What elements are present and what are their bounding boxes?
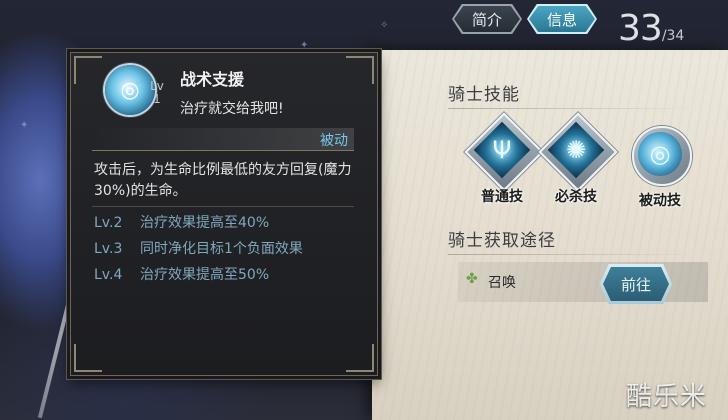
skill-passive[interactable]: ◎ (628, 122, 692, 186)
upgrade-level: Lv.4 (94, 267, 123, 283)
watermark: 酷乐米 (626, 382, 708, 412)
upgrade-effect: 治疗效果提高至50% (140, 267, 270, 283)
acquire-title: 骑士获取途径 (448, 231, 556, 251)
skill-normal[interactable]: Ψ (464, 112, 544, 192)
tab-info-label: 信息 (546, 10, 577, 29)
knight-skills-title: 骑士技能 (448, 85, 520, 105)
upgrade-row: Lv.3 同时净化目标1个负面效果 (94, 238, 303, 258)
acquire-source-label: 召唤 (488, 275, 516, 291)
swirl-icon: ◎ (649, 140, 671, 168)
skill-name: 战术支援 (180, 70, 245, 89)
upgrade-effect: 治疗效果提高至40% (140, 215, 270, 231)
trident-icon: Ψ (492, 136, 512, 164)
tab-intro-label: 简介 (471, 10, 502, 29)
passive-skill-icon: ◎ (105, 65, 155, 115)
go-button[interactable]: 前往 (600, 264, 672, 304)
figure-burst-icon: ✺ (565, 136, 587, 164)
upgrade-row: Lv.4 治疗效果提高至50% (94, 264, 269, 284)
divider (448, 108, 698, 109)
skill-passive-label: 被动技 (639, 193, 681, 209)
go-button-label: 前往 (620, 275, 651, 294)
upgrade-level: Lv.3 (94, 241, 123, 257)
skill-type: 被动 (320, 133, 348, 149)
sparkle-icon: ✦ (20, 120, 29, 131)
divider (448, 254, 698, 255)
counter-current: 33 (618, 8, 663, 49)
skill-level-badge: Lv 1 (150, 80, 164, 106)
skill-ultimate-label: 必杀技 (555, 189, 597, 205)
upgrade-row: Lv.2 治疗效果提高至40% (94, 212, 269, 232)
sparkle-icon: ✧ (380, 20, 389, 31)
skill-level-text: Lv 1 (150, 79, 164, 106)
divider (92, 206, 354, 207)
skill-quote: 治疗就交给我吧! (180, 101, 284, 117)
sparkle-icon: ✦ (300, 40, 309, 51)
tab-intro[interactable]: 简介 (452, 4, 522, 34)
tab-info[interactable]: 信息 (527, 4, 597, 34)
leaf-icon: ✤ (466, 271, 478, 287)
upgrade-level: Lv.2 (94, 215, 123, 231)
skill-description: 攻击后，为生命比例最低的友方回复(魔力30%)的生命。 (94, 162, 352, 199)
knight-counter: 33/34 (618, 8, 684, 49)
skill-ultimate[interactable]: ✺ (538, 112, 618, 192)
skill-normal-label: 普通技 (481, 189, 523, 205)
skill-type-bar: 被动 (92, 128, 354, 151)
upgrade-effect: 同时净化目标1个负面效果 (140, 241, 303, 257)
counter-total: /34 (661, 28, 685, 44)
